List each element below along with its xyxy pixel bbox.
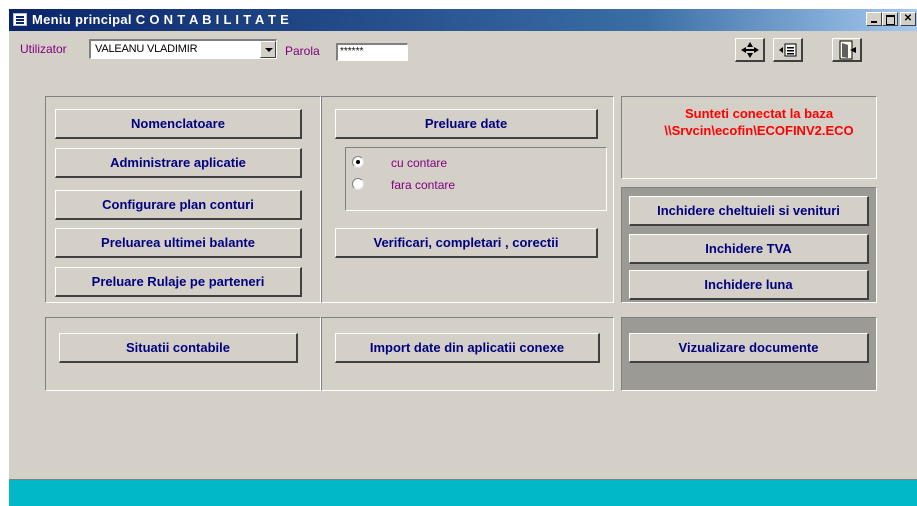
navigate-icon xyxy=(740,41,759,58)
contare-option-group xyxy=(345,147,607,211)
inchidere-luna-button[interactable]: Inchidere luna xyxy=(629,270,869,300)
preluare-date-button[interactable]: Preluare date xyxy=(335,109,598,139)
import-date-button[interactable]: Import date din aplicatii conexe xyxy=(335,333,600,363)
vizualizare-documente-button[interactable]: Vizualizare documente xyxy=(629,333,869,363)
exit-icon xyxy=(839,40,856,59)
radio-fara-contare[interactable] xyxy=(352,178,364,190)
title-bar[interactable]: Meniu principal C O N T A B I L I T A T … xyxy=(9,9,917,31)
exit-button[interactable] xyxy=(832,38,862,62)
main-window: Meniu principal C O N T A B I L I T A T … xyxy=(8,8,917,506)
fara-contare-label: fara contare xyxy=(391,178,456,192)
connection-path: \\Srvcin\ecofin\ECOFINV2.ECO xyxy=(664,123,854,138)
administrare-aplicatie-button[interactable]: Administrare aplicatie xyxy=(55,148,302,178)
connection-status: Sunteti conectat la baza \\Srvcin\ecofin… xyxy=(633,105,885,139)
form-list-icon xyxy=(778,43,796,56)
connection-line1: Sunteti conectat la baza xyxy=(684,106,834,121)
minimize-button[interactable] xyxy=(866,12,882,26)
inchidere-cheltuieli-button[interactable]: Inchidere cheltuieli si venituri xyxy=(629,196,869,226)
password-field[interactable]: ****** xyxy=(336,43,408,61)
configurare-plan-conturi-button[interactable]: Configurare plan conturi xyxy=(55,190,302,220)
user-combobox[interactable]: VALEANU VLADIMIR xyxy=(89,39,277,59)
close-button[interactable]: ✕ xyxy=(900,12,916,26)
nomenclatoare-button[interactable]: Nomenclatoare xyxy=(55,109,302,139)
form-button[interactable] xyxy=(773,38,803,62)
navigate-button[interactable] xyxy=(735,38,765,62)
toolbar: Utilizator VALEANU VLADIMIR Parola *****… xyxy=(9,31,917,69)
cu-contare-label: cu contare xyxy=(391,156,448,170)
status-bar xyxy=(9,479,917,506)
window-controls: ✕ xyxy=(866,12,916,28)
window-title: Meniu principal C O N T A B I L I T A T … xyxy=(32,12,290,27)
radio-cu-contare[interactable] xyxy=(352,156,364,168)
user-value: VALEANU VLADIMIR xyxy=(95,43,198,55)
preluarea-ultimei-balante-button[interactable]: Preluarea ultimei balante xyxy=(55,228,302,258)
chevron-down-icon[interactable] xyxy=(260,41,276,58)
password-label: Parola xyxy=(285,44,320,58)
form-icon xyxy=(13,13,27,26)
verificari-button[interactable]: Verificari, completari , corectii xyxy=(335,228,598,258)
maximize-button[interactable] xyxy=(882,12,898,26)
user-label: Utilizator xyxy=(20,42,67,56)
inchidere-tva-button[interactable]: Inchidere TVA xyxy=(629,234,869,264)
preluare-rulaje-button[interactable]: Preluare Rulaje pe parteneri xyxy=(55,267,302,297)
situatii-contabile-button[interactable]: Situatii contabile xyxy=(59,333,298,363)
